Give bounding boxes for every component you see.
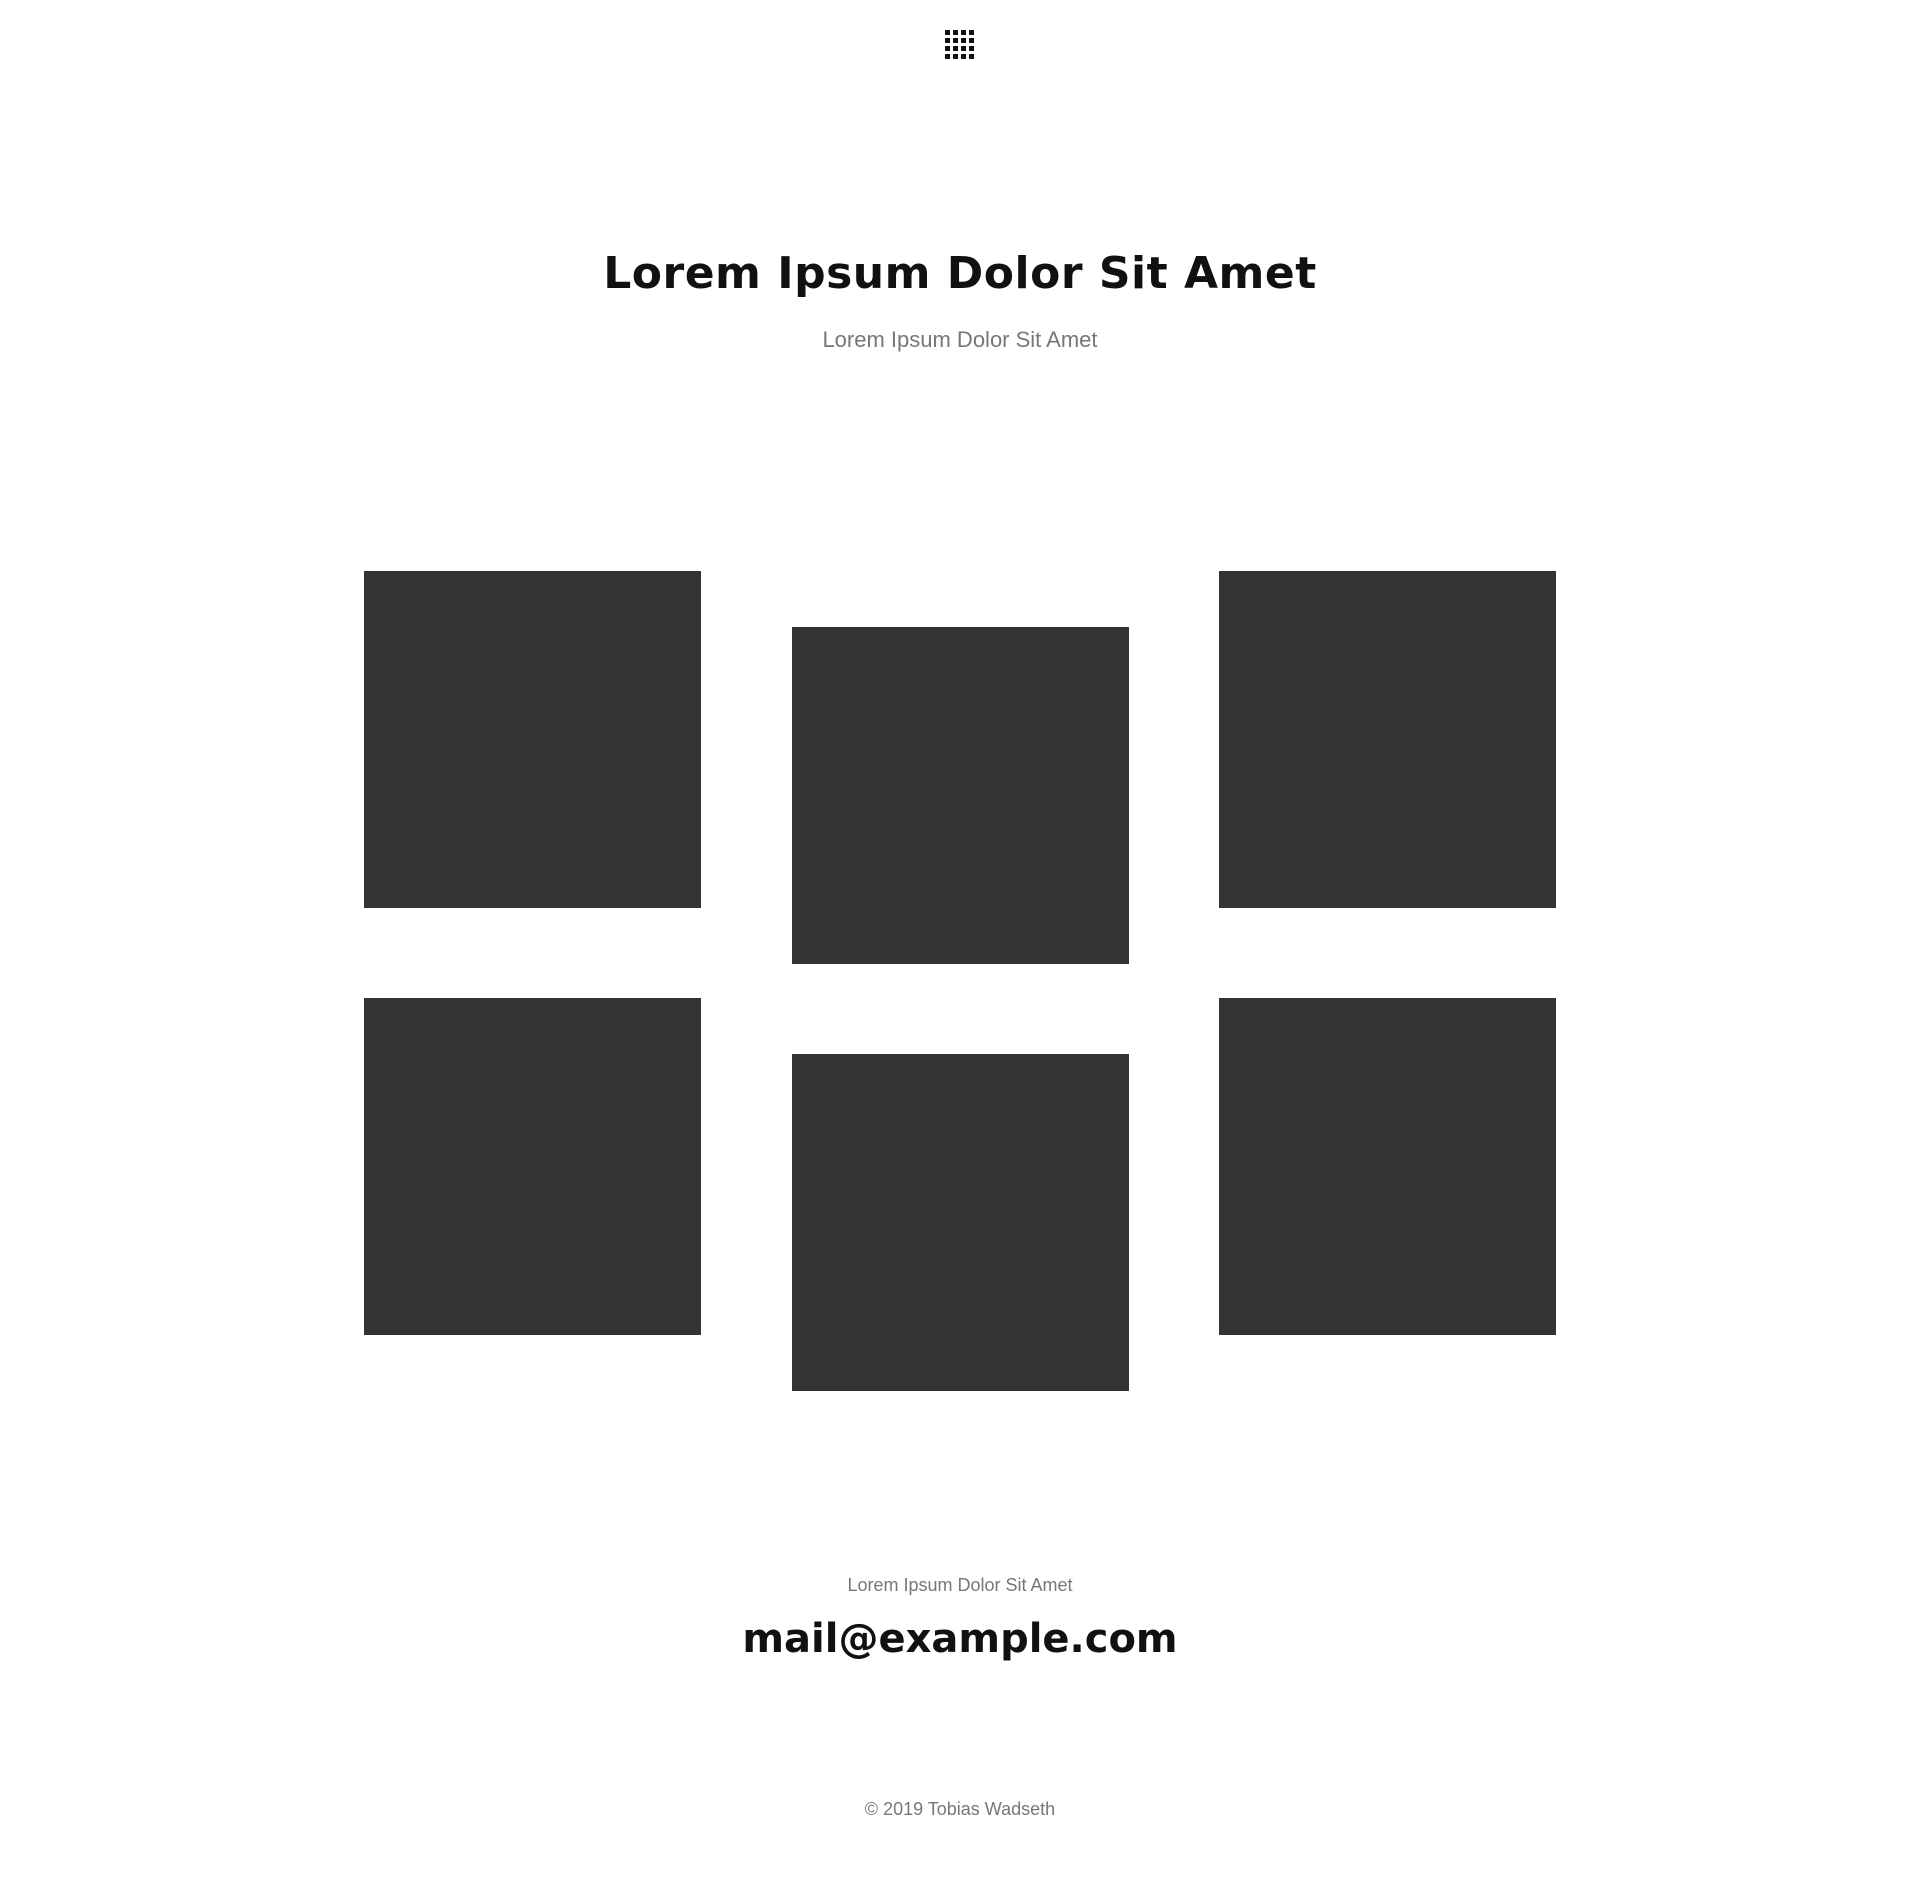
footer-copyright: © 2019 Tobias Wadseth	[864, 1799, 1056, 1819]
gallery-tile-1[interactable]	[364, 571, 701, 908]
page-title: Lorem Ipsum Dolor Sit Amet	[603, 248, 1317, 299]
gallery-tile-2[interactable]	[792, 627, 1129, 964]
menu-dot	[969, 46, 974, 51]
menu-dot	[953, 38, 958, 43]
menu-dot	[969, 30, 974, 35]
menu-dot	[969, 38, 974, 43]
menu-dot	[961, 54, 966, 59]
contact-label: Lorem Ipsum Dolor Sit Amet	[847, 1575, 1073, 1595]
menu-dot	[953, 46, 958, 51]
contact-email: mail@example.com	[0, 1612, 1920, 1666]
menu-dot	[945, 46, 950, 51]
menu-dot	[953, 30, 958, 35]
menu-dot	[961, 38, 966, 43]
menu-dot	[953, 54, 958, 59]
menu-dot	[945, 38, 950, 43]
grid-menu-icon[interactable]	[945, 30, 975, 60]
gallery-tile-4[interactable]	[364, 998, 701, 1335]
menu-dot	[961, 46, 966, 51]
menu-dot	[961, 30, 966, 35]
menu-dot	[945, 30, 950, 35]
menu-dot	[945, 54, 950, 59]
page-subtitle: Lorem Ipsum Dolor Sit Amet	[822, 327, 1098, 352]
gallery-tile-5[interactable]	[792, 1054, 1129, 1391]
gallery-tile-6[interactable]	[1219, 998, 1556, 1335]
contact-email-link[interactable]: mail@example.com	[742, 1616, 1177, 1662]
menu-dot	[969, 54, 974, 59]
gallery-tile-3[interactable]	[1219, 571, 1556, 908]
